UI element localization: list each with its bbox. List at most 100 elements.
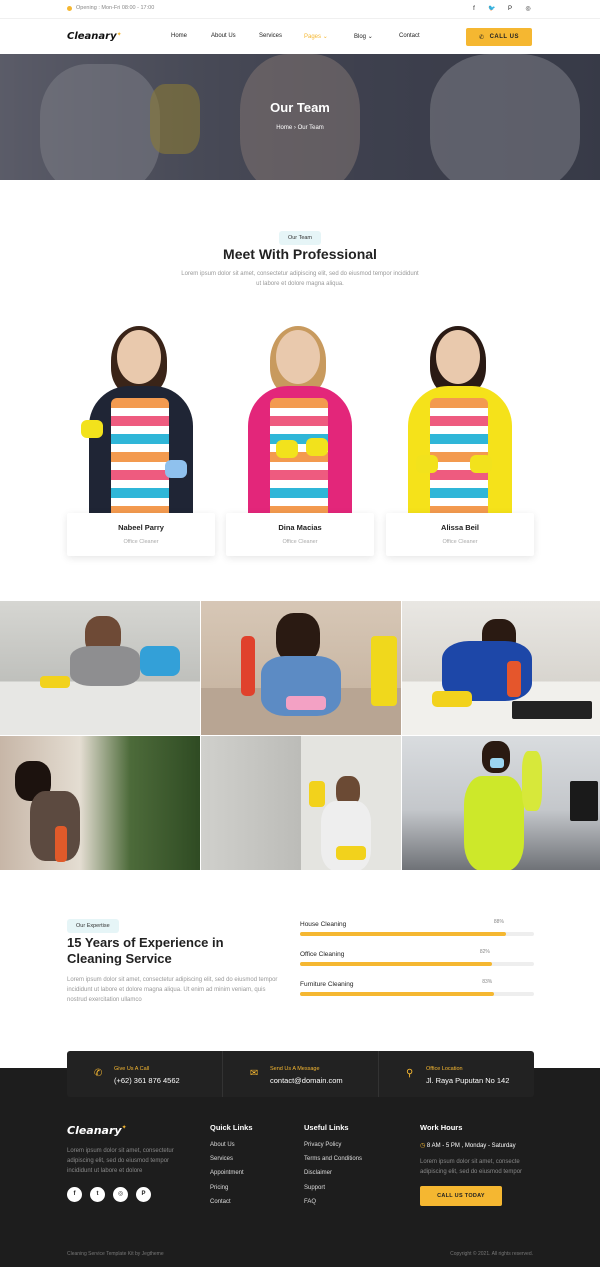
contact-email-value: contact@domain.com <box>270 1076 343 1085</box>
team-member-role: Office Cleaner <box>282 539 318 545</box>
gallery-photo-woman-cleaning-fridge[interactable] <box>201 736 401 870</box>
team-member-info: Alissa Beil Office Cleaner <box>386 513 534 556</box>
contact-email-label: Send Us A Message <box>270 1066 320 1072</box>
expertise-heading: 15 Years of Experience in Cleaning Servi… <box>67 935 224 966</box>
gallery-photo-office-cleaners[interactable] <box>402 736 600 870</box>
nav-blog[interactable]: Blog ⌄ <box>354 33 373 40</box>
footer-link-privacy-policy[interactable]: Privacy Policy <box>304 1142 362 1148</box>
team-member-photo <box>386 320 534 515</box>
contact-location-label: Office Location <box>426 1066 463 1072</box>
team-member-card[interactable]: Dina Macias Office Cleaner <box>226 320 374 556</box>
footer-link-support[interactable]: Support <box>304 1185 362 1191</box>
photo-glove <box>81 420 103 438</box>
twitter-icon[interactable]: t <box>90 1187 105 1202</box>
contact-strip: ✆ Give Us A Call (+62) 361 876 4562 ✉ Se… <box>67 1051 534 1097</box>
work-hours-heading: Work Hours <box>420 1123 463 1132</box>
quick-links-heading: Quick Links <box>210 1123 253 1132</box>
gallery-photo-woman-cleaning-table[interactable] <box>0 736 200 870</box>
call-us-button[interactable]: ✆ CALL US <box>466 28 532 46</box>
footer-link-about-us[interactable]: About Us <box>210 1142 253 1148</box>
nav-home[interactable]: Home <box>171 33 187 39</box>
work-hours-time: ◷ 8 AM - 5 PM , Monday - Saturday <box>420 1142 536 1149</box>
footer-logo[interactable]: Cleanary✦ <box>67 1124 127 1137</box>
footer-credit: Cleaning Service Template Kit by Jegthem… <box>67 1251 164 1257</box>
breadcrumb: Home › Our Team <box>0 125 600 131</box>
team-member-card[interactable]: Alissa Beil Office Cleaner <box>386 320 534 556</box>
instagram-icon[interactable]: ◎ <box>523 4 533 14</box>
page-title: Our Team <box>270 100 330 115</box>
footer-quick-links: Quick Links About Us Services Appointmen… <box>210 1123 253 1213</box>
team-badge: Our Team <box>278 231 322 245</box>
top-bar: Opening : Mon-Fri 08:00 - 17:00 f 🐦 P ◎ <box>0 0 600 18</box>
team-member-card[interactable]: Nabeel Parry Office Cleaner <box>67 320 215 556</box>
breadcrumb-home[interactable]: Home <box>276 125 292 131</box>
team-member-info: Dina Macias Office Cleaner <box>226 513 374 556</box>
skill-track <box>300 932 534 936</box>
footer-link-faq[interactable]: FAQ <box>304 1199 362 1205</box>
skill-track <box>300 962 534 966</box>
skill-fill <box>300 932 506 936</box>
chevron-down-icon: ⌄ <box>322 34 328 40</box>
nav-pages[interactable]: Pages ⌄ <box>304 33 328 40</box>
footer-social-links: f t ◎ P <box>67 1187 151 1202</box>
skill-fill <box>300 962 492 966</box>
envelope-icon: ✉ <box>250 1068 259 1079</box>
team-member-name: Dina Macias <box>278 523 322 532</box>
skill-percent: 82% <box>479 949 490 955</box>
contact-location[interactable]: ⚲ Office Location Jl. Raya Puputan No 14… <box>379 1051 534 1097</box>
opening-hours: Opening : Mon-Fri 08:00 - 17:00 <box>67 5 154 11</box>
call-us-today-button[interactable]: CALL US TODAY <box>420 1186 502 1206</box>
useful-links-heading: Useful Links <box>304 1123 349 1132</box>
photo-glove <box>416 455 438 473</box>
skill-label: Furniture Cleaning <box>300 981 354 988</box>
site-logo[interactable]: Cleanary✦ <box>67 31 122 42</box>
gallery-photo-man-cleaning-stove[interactable] <box>402 601 600 735</box>
work-hours-description: Lorem ipsum dolor sit amet, consecte adi… <box>420 1159 523 1175</box>
footer-link-appointment[interactable]: Appointment <box>210 1170 253 1176</box>
nav-contact[interactable]: Contact <box>399 33 420 39</box>
contact-email[interactable]: ✉ Send Us A Message contact@domain.com <box>223 1051 379 1097</box>
gallery-photo-man-wiping-counter[interactable] <box>0 601 200 735</box>
footer-work-hours: Work Hours ◷ 8 AM - 5 PM , Monday - Satu… <box>420 1123 536 1206</box>
breadcrumb-current: Our Team <box>297 125 324 131</box>
opening-hours-text: Opening : Mon-Fri 08:00 - 17:00 <box>76 5 155 11</box>
gallery-photo-woman-smiling-supplies[interactable] <box>201 601 401 735</box>
footer-link-contact[interactable]: Contact <box>210 1199 253 1205</box>
team-member-role: Office Cleaner <box>442 539 478 545</box>
facebook-icon[interactable]: f <box>67 1187 82 1202</box>
contact-location-value: Jl. Raya Puputan No 142 <box>426 1076 510 1085</box>
call-us-label: CALL US <box>489 34 519 40</box>
clock-icon: ◷ <box>420 1143 426 1149</box>
footer-copyright: Copyright © 2021. All rights reserved. <box>450 1251 533 1257</box>
footer-logo-text: Cleanary <box>67 1124 122 1137</box>
footer-link-terms[interactable]: Terms and Conditions <box>304 1156 362 1162</box>
page-header-banner: Our Team Home › Our Team <box>0 54 600 180</box>
pinterest-icon[interactable]: P <box>505 4 515 14</box>
team-heading: Meet With Professional <box>223 246 377 262</box>
nav-about-us[interactable]: About Us <box>211 33 236 39</box>
expertise-badge-wrap: Our Expertise <box>67 914 119 933</box>
team-member-photo <box>226 320 374 515</box>
contact-call[interactable]: ✆ Give Us A Call (+62) 361 876 4562 <box>67 1051 223 1097</box>
twitter-icon[interactable]: 🐦 <box>487 4 497 14</box>
facebook-icon[interactable]: f <box>469 4 479 14</box>
top-social-links: f 🐦 P ◎ <box>469 4 533 14</box>
photo-glove <box>470 455 492 473</box>
team-member-info: Nabeel Parry Office Cleaner <box>67 513 215 556</box>
nav-services[interactable]: Services <box>259 33 282 39</box>
footer-link-pricing[interactable]: Pricing <box>210 1185 253 1191</box>
photo-face <box>117 330 161 384</box>
instagram-icon[interactable]: ◎ <box>113 1187 128 1202</box>
pinterest-icon[interactable]: P <box>136 1187 151 1202</box>
photo-glove <box>276 440 298 458</box>
photo-face <box>276 330 320 384</box>
logo-text: Cleanary <box>67 31 117 42</box>
footer-link-disclaimer[interactable]: Disclaimer <box>304 1170 362 1176</box>
clock-icon <box>67 5 72 11</box>
cleaning-gallery <box>0 601 600 870</box>
photo-sponge <box>165 460 187 478</box>
nav-pages-label: Pages <box>304 34 322 40</box>
expertise-description: Lorem ipsum dolor sit amet, consectetur … <box>67 977 278 1003</box>
chevron-down-icon: ⌄ <box>367 34 373 40</box>
footer-link-services[interactable]: Services <box>210 1156 253 1162</box>
